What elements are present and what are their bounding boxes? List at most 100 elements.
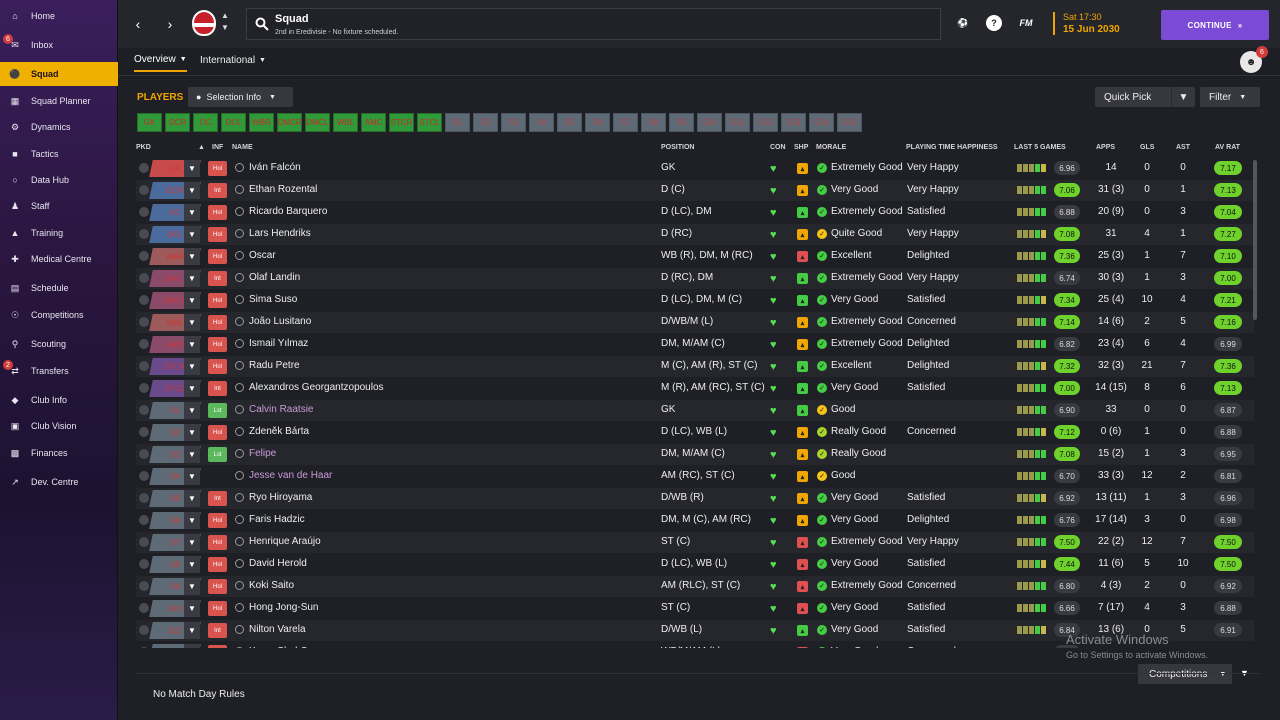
help-icon[interactable]: ? [986,15,1002,31]
player-name[interactable]: Faris Hadzic [249,514,305,525]
sidebar-item-club-vision[interactable]: ▣ Club Vision [0,414,118,438]
col-gls[interactable]: GLS [1140,144,1154,151]
sidebar-item-tactics[interactable]: ■ Tactics [0,142,118,166]
quick-pick-button[interactable]: Quick Pick ▼ [1095,87,1195,107]
position-chip[interactable]: STCL [417,113,442,132]
player-name[interactable]: Jesse van de Haar [249,470,332,481]
chevron-down-icon[interactable]: ▼ [184,336,200,353]
table-row[interactable]: S10 ▼ Hol Hong Jong-Sun ST (C) ♥ ▴ ✓ Very Good Sa… [136,598,1254,619]
table-row[interactable]: DM... ▼ Int Olaf Landin D (RC), DM ♥ ▴ ✓ Extreme… [136,268,1254,289]
position-chip[interactable]: S14 [809,113,834,132]
position-chip[interactable]: S2 [473,113,498,132]
chevron-down-icon[interactable]: ▼ [184,534,200,551]
select-checkbox[interactable] [139,515,149,525]
filter-button[interactable]: Filter ▼ [1200,87,1260,107]
position-chip[interactable]: DMCR [277,113,302,132]
sidebar-item-medical-centre[interactable]: ✚ Medical Centre [0,247,118,271]
position-chip[interactable]: DMCL [305,113,330,132]
col-last5[interactable]: LAST 5 GAMES [1014,144,1066,151]
table-row[interactable]: DC ▼ Hol Ricardo Barquero D (LC), DM ♥ ▴ ✓ Extre… [136,202,1254,223]
col-position[interactable]: POSITION [661,144,694,151]
sidebar-item-data-hub[interactable]: ○ Data Hub [0,168,118,192]
col-con[interactable]: CON [770,144,786,151]
col-pkd[interactable]: PKD [136,144,151,151]
chevron-down-icon[interactable]: ▼ [184,270,200,287]
chevron-down-icon[interactable]: ▼ [184,204,200,221]
player-name[interactable]: Lars Hendriks [249,228,311,239]
player-name[interactable]: João Lusitano [249,316,311,327]
select-checkbox[interactable] [139,581,149,591]
sidebar-item-staff[interactable]: ♟ Staff [0,194,118,218]
col-apps[interactable]: APPS [1096,144,1115,151]
position-chip[interactable]: GK [137,113,162,132]
position-chip[interactable]: S10 [697,113,722,132]
chevron-down-icon[interactable]: ▼ [184,512,200,529]
sidebar-item-dev-centre[interactable]: ↗ Dev. Centre [0,470,118,494]
select-checkbox[interactable] [139,427,149,437]
sidebar-item-inbox[interactable]: ✉ Inbox 6 [0,33,118,57]
select-checkbox[interactable] [139,647,149,648]
player-name[interactable]: David Herold [249,558,307,569]
chevron-down-icon[interactable]: ▼ [184,578,200,595]
table-row[interactable]: S7 ▼ Hol Henrique Araújo ST (C) ♥ ▴ ✓ Extremely … [136,532,1254,553]
position-chip[interactable]: S12 [753,113,778,132]
position-chip[interactable]: S1 [445,113,470,132]
sort-asc-icon[interactable]: ▲ [198,144,205,151]
sidebar-item-competitions[interactable]: ☉ Competitions [0,303,118,327]
position-chip[interactable]: DCR [165,113,190,132]
select-checkbox[interactable] [139,625,149,635]
chevron-down-icon[interactable]: ▼ [184,556,200,573]
chevron-down-icon[interactable]: ▼ [184,292,200,309]
select-checkbox[interactable] [139,339,149,349]
select-checkbox[interactable] [139,295,149,305]
col-morale[interactable]: MORALE [816,144,846,151]
position-chip[interactable]: S4 [529,113,554,132]
sidebar-item-transfers[interactable]: ⇄ Transfers 2 [0,359,118,383]
position-chip[interactable]: S7 [613,113,638,132]
chevron-down-icon[interactable]: ▼ [184,468,200,485]
player-name[interactable]: Kwon Chul-Soon [249,646,324,648]
sidebar-item-schedule[interactable]: ▤ Schedule [0,276,118,300]
page-title-search[interactable]: Squad 2nd in Eredivisie - No fixture sch… [246,8,941,40]
chevron-down-icon[interactable]: ▼ [184,490,200,507]
sidebar-item-training[interactable]: ▲ Training [0,221,118,245]
table-row[interactable]: S8 ▼ Hol David Herold D (LC), WB (L) ♥ ▴ ✓ Very … [136,554,1254,575]
select-checkbox[interactable] [139,361,149,371]
position-chip[interactable]: S8 [641,113,666,132]
position-chip[interactable]: S3 [501,113,526,132]
player-name[interactable]: Nilton Varela [249,624,306,635]
col-shp[interactable]: SHP [794,144,808,151]
table-row[interactable]: WBR ▼ Hol Oscar WB (R), DM, M (RC) ♥ ▴ ✓ Excelle… [136,246,1254,267]
table-row[interactable]: AMC ▼ Hol Ismail Yılmaz DM, M/AM (C) ♥ ▴ ✓ Extre… [136,334,1254,355]
continue-button[interactable]: CONTINUE » [1161,10,1269,40]
sidebar-item-scouting[interactable]: ⚲ Scouting [0,332,118,356]
chevron-down-icon[interactable]: ▼ [184,160,200,177]
table-row[interactable]: STCR ▼ Hol Radu Petre M (C), AM (R), ST (C) ♥… [136,356,1254,377]
table-row[interactable]: S6 ▼ Hol Faris Hadzic DM, M (C), AM (RC) ♥ ▴ ✓ V… [136,510,1254,531]
col-avrat[interactable]: AV RAT [1215,144,1240,151]
table-row[interactable]: S9 ▼ Hol Koki Saito AM (RLC), ST (C) ♥ ▴ ✓ Extre… [136,576,1254,597]
table-row[interactable]: S2 ▼ Hol Zdeněk Bárta D (LC), WB (L) ♥ ▴ ✓ Reall… [136,422,1254,443]
ball-icon[interactable]: ⚽ [955,15,971,31]
select-checkbox[interactable] [139,559,149,569]
tab-international[interactable]: International ▼ [200,48,266,72]
chevron-down-icon[interactable]: ▼ [184,424,200,441]
selection-info-button[interactable]: ● Selection Info ▼ [188,87,293,107]
position-chip[interactable]: S5 [557,113,582,132]
position-chip[interactable]: DC [193,113,218,132]
table-row[interactable]: S1 ▼ Lst Calvin Raatsie GK ♥ ▴ ✓ Good 6.90 33 0 0 6.8… [136,400,1254,421]
chevron-down-icon[interactable]: ▼ [184,314,200,331]
back-arrow-icon[interactable]: ‹ [128,12,148,36]
select-checkbox[interactable] [139,471,149,481]
sidebar-item-squad[interactable]: ⚫ Squad [0,62,118,86]
position-chip[interactable]: STCR [389,113,414,132]
player-name[interactable]: Ryo Hiroyama [249,492,312,503]
player-name[interactable]: Oscar [249,250,276,261]
player-name[interactable]: Ricardo Barquero [249,206,327,217]
sidebar-item-dynamics[interactable]: ⚙ Dynamics [0,115,118,139]
position-chip[interactable]: AMC [361,113,386,132]
sidebar-item-finances[interactable]: ▩ Finances [0,441,118,465]
chevron-down-icon[interactable]: ▼ [184,402,200,419]
club-badge-icon[interactable] [192,10,216,36]
select-checkbox[interactable] [139,603,149,613]
